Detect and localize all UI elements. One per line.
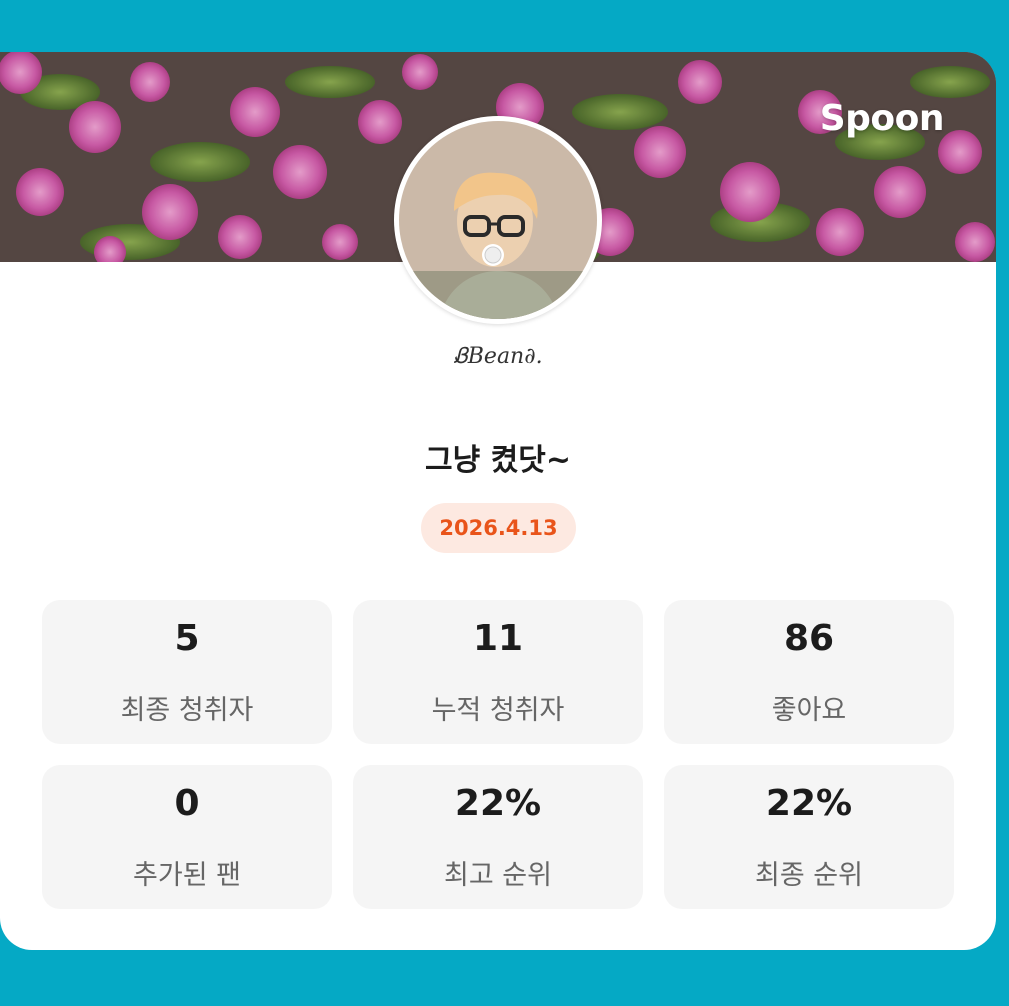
stat-label: 최고 순위 (444, 860, 552, 891)
stat-label: 좋아요 (771, 695, 847, 726)
stat-value: 86 (783, 618, 835, 659)
broadcast-summary-card: Spoon ᏰBean∂. 그냥 켰닷~ 2026.4.13 5 최종 청취자 … (0, 52, 996, 950)
stat-value: 22% (454, 783, 542, 824)
stat-label: 추가된 팬 (133, 860, 241, 891)
stat-final-rank: 22% 최종 순위 (664, 765, 954, 909)
broadcast-title: 그냥 켰닷~ (425, 443, 571, 478)
stat-final-listeners: 5 최종 청취자 (42, 600, 332, 744)
stat-best-rank: 22% 최고 순위 (353, 765, 643, 909)
stat-likes: 86 좋아요 (664, 600, 954, 744)
stat-value: 22% (765, 783, 853, 824)
spoon-logo: Spoon (819, 98, 945, 139)
stat-value: 11 (472, 618, 524, 659)
stat-label: 최종 청취자 (120, 695, 254, 726)
broadcast-date-badge: 2026.4.13 (421, 503, 576, 553)
stat-label: 누적 청취자 (431, 695, 565, 726)
profile-nickname: ᏰBean∂. (453, 344, 543, 369)
stat-value: 5 (174, 618, 200, 659)
stat-new-fans: 0 추가된 팬 (42, 765, 332, 909)
avatar[interactable] (394, 116, 602, 324)
stat-label: 최종 순위 (755, 860, 863, 891)
stat-total-listeners: 11 누적 청취자 (353, 600, 643, 744)
stat-value: 0 (174, 783, 200, 824)
